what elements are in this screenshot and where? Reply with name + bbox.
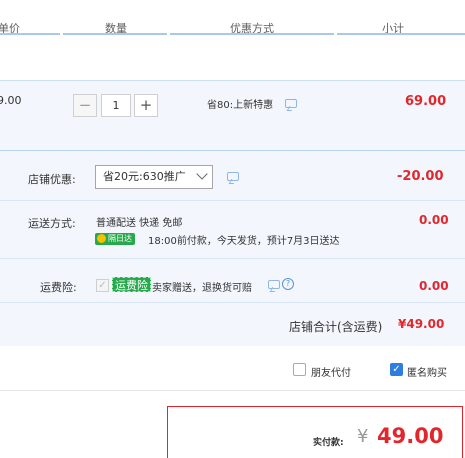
next-day-badge-label: 隔日达 (108, 234, 132, 243)
payment-amount: 49.00 (377, 424, 444, 448)
insurance-tag: 运费险 (112, 277, 151, 292)
shop-discount-amount: -20.00 (397, 169, 444, 184)
divider (0, 302, 465, 303)
divider (0, 200, 465, 201)
check-icon: ✓ (392, 364, 401, 375)
friend-pay-label[interactable]: 朋友代付 (311, 364, 351, 379)
friend-pay-checkbox[interactable] (293, 363, 306, 376)
help-icon[interactable]: ? (282, 278, 294, 290)
order-item-row (0, 80, 465, 150)
cart-header: 单价 数量 优惠方式 小计 (0, 0, 465, 36)
header-divider (0, 33, 60, 35)
shop-discount-select[interactable]: 省20元:630推广 (95, 165, 213, 189)
insurance-label: 运费险: (40, 281, 77, 294)
header-divider (337, 33, 465, 35)
item-subtotal: 69.00 (405, 94, 447, 109)
item-promo-text: 省80:上新特惠 (207, 100, 274, 111)
quantity-increase-button[interactable]: + (134, 94, 158, 117)
shipping-amount: 0.00 (419, 213, 449, 227)
insurance-amount: 0.00 (419, 279, 449, 293)
message-icon[interactable] (227, 172, 239, 181)
message-icon[interactable] (268, 280, 280, 289)
payment-currency: ¥ (357, 426, 369, 447)
insurance-desc: 卖家赠送，退换货可赔 (152, 283, 252, 294)
shipping-method: 普通配送 快递 免邮 (96, 218, 183, 229)
chevron-down-icon (196, 168, 208, 180)
quantity-decrease-button[interactable]: − (73, 94, 97, 117)
divider (0, 258, 465, 259)
shop-total-amount: ¥49.00 (398, 317, 445, 331)
shop-discount-label: 店铺优惠: (28, 173, 76, 186)
quantity-input[interactable]: 1 (101, 94, 131, 117)
header-divider (170, 33, 334, 35)
insurance-checkbox: ✓ (96, 279, 109, 292)
shop-total-label: 店铺合计(含运费) (289, 320, 383, 334)
shop-discount-value: 省20元:630推广 (103, 170, 186, 183)
shipping-note: 18:00前付款，今天发货，预计7月3日送达 (148, 236, 340, 247)
item-unit-price: 9.00 (0, 94, 22, 107)
divider (0, 390, 465, 391)
anonymous-label[interactable]: 匿名购买 (407, 364, 447, 379)
header-divider (63, 33, 167, 35)
shipping-label: 运送方式: (28, 217, 76, 230)
next-day-badge: 隔日达 (95, 233, 135, 245)
payment-label: 实付款: (313, 438, 344, 448)
lightning-icon (97, 234, 106, 243)
anonymous-checkbox[interactable]: ✓ (390, 363, 403, 376)
message-icon[interactable] (285, 99, 297, 108)
